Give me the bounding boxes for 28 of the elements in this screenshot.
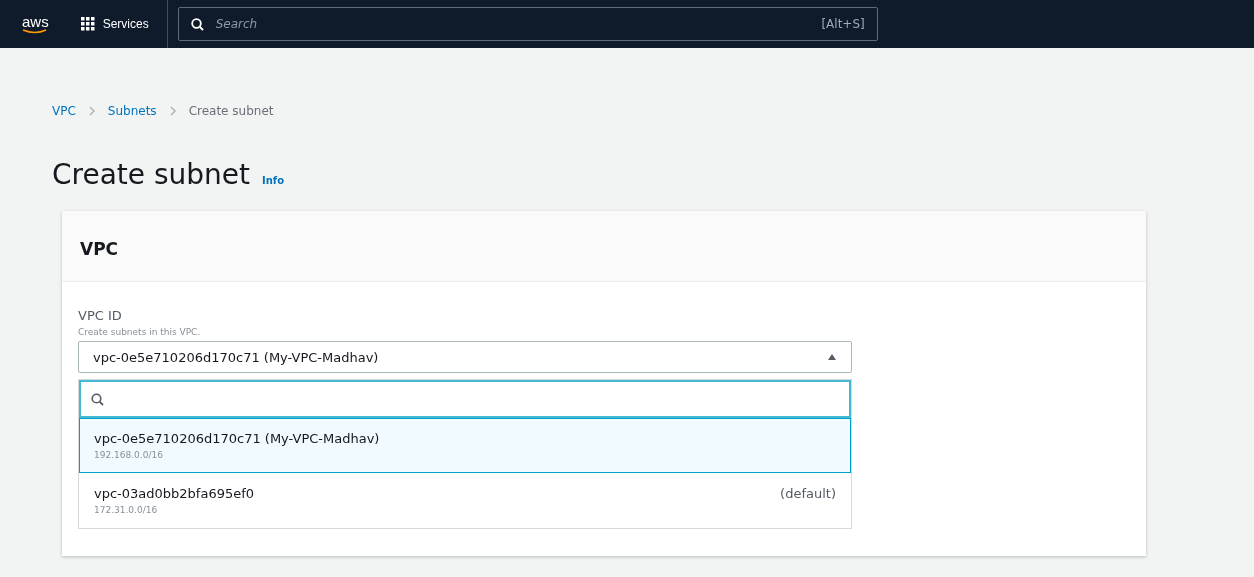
search-icon xyxy=(91,392,104,406)
search-input[interactable]: Search xyxy=(213,16,812,32)
option-tag: (default) xyxy=(780,486,836,515)
breadcrumb-link[interactable]: VPC xyxy=(52,104,76,118)
chevron-icon xyxy=(87,106,96,116)
card-title: VPC xyxy=(80,239,120,259)
search-icon xyxy=(190,17,204,31)
caret-icon xyxy=(827,353,837,361)
option-description: 172.31.0.0/16 xyxy=(94,505,159,515)
chevron-icon xyxy=(168,106,177,116)
keyboard-shortcut: [Alt+S] xyxy=(821,17,865,31)
option-label: vpc-0e5e710206d170c71 (My-VPC-Madhav) xyxy=(94,431,380,446)
search-field[interactable]: Search [Alt+S] xyxy=(177,7,878,41)
breadcrumb-current: Create subnet xyxy=(188,104,274,118)
vpc-select[interactable]: vpc-0e5e710206d170c71 (My-VPC-Madhav) xyxy=(78,341,852,373)
option-label: vpc-03ad0bb2bfa695ef0 xyxy=(94,486,255,501)
dropdown-option[interactable]: vpc-0e5e710206d170c71 (My-VPC-Madhav) 192.168.0.0/16 xyxy=(79,418,851,473)
aws-logo[interactable]: aws xyxy=(22,14,49,34)
page-title: Create subnet xyxy=(52,158,250,191)
filter-field[interactable] xyxy=(79,380,851,418)
field-label: VPC ID xyxy=(78,308,123,323)
dropdown-option[interactable]: vpc-03ad0bb2bfa695ef0 172.31.0.0/16 (default) xyxy=(79,473,851,528)
grid-icon xyxy=(80,17,95,31)
breadcrumb-link[interactable]: Subnets xyxy=(107,104,157,118)
info-link[interactable]: Info xyxy=(262,175,285,186)
option-description: 192.168.0.0/16 xyxy=(94,450,164,460)
services-menu-button[interactable]: Services xyxy=(72,0,168,48)
field-description: Create subnets in this VPC. xyxy=(78,327,202,337)
